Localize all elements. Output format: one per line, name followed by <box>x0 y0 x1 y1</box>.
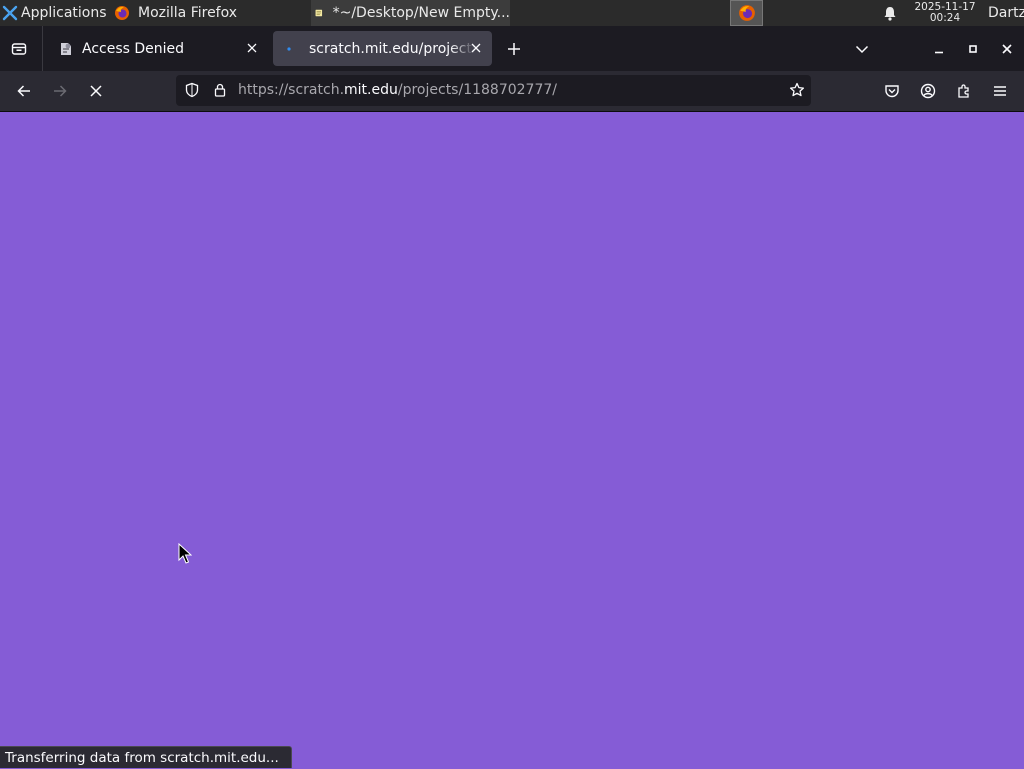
mouse-cursor-icon <box>178 543 192 564</box>
tray-firefox-button[interactable] <box>730 0 763 26</box>
desktop-panel: Applications Mozilla Firefox *~/Desktop/… <box>0 0 1024 26</box>
applications-label: Applications <box>21 5 107 21</box>
plus-icon <box>508 43 520 55</box>
generic-page-icon <box>58 41 74 57</box>
taskbar-firefox-label: Mozilla Firefox <box>138 5 238 21</box>
tab-title: scratch.mit.edu/projects/ <box>309 40 475 57</box>
url-path: /projects/1188702777/ <box>397 82 557 98</box>
back-button[interactable] <box>12 79 36 103</box>
url-prefix: https://scratch. <box>238 82 345 98</box>
tab-access-denied[interactable]: Access Denied <box>46 31 268 66</box>
loading-dot-icon <box>285 41 301 57</box>
tab-title: Access Denied <box>82 40 185 57</box>
minimize-window-button[interactable] <box>928 38 950 60</box>
forward-button[interactable] <box>48 79 72 103</box>
notification-bell-icon[interactable] <box>881 0 899 26</box>
close-tab-icon[interactable] <box>468 40 484 56</box>
bookmark-star-icon[interactable] <box>789 82 805 98</box>
navigation-toolbar: https://scratch.mit.edu/projects/1188702… <box>0 71 1024 111</box>
status-panel: Transferring data from scratch.mit.edu..… <box>0 746 292 768</box>
maximize-icon <box>969 45 977 53</box>
taskbar-editor-label: *~/Desktop/New Empty... <box>332 5 510 21</box>
tab-strip-separator <box>42 26 43 71</box>
clock-time: 00:24 <box>929 12 961 24</box>
close-tab-icon[interactable] <box>244 40 260 56</box>
stop-loading-button[interactable] <box>84 79 108 103</box>
close-window-button[interactable] <box>996 38 1018 60</box>
page-content[interactable] <box>0 112 1024 768</box>
chevron-down-icon <box>855 45 869 54</box>
close-icon <box>90 85 102 97</box>
puzzle-piece-icon <box>958 84 969 98</box>
panel-clock[interactable]: 2025-11-17 00:24 <box>906 0 984 26</box>
text-editor-icon <box>315 9 323 17</box>
taskbar-firefox[interactable]: Mozilla Firefox <box>110 0 310 26</box>
tab-scratch-project[interactable]: scratch.mit.edu/projects/ <box>273 31 492 66</box>
tab-strip: Access Denied scratch.mit.edu/projects/ <box>0 26 1024 71</box>
firefox-icon <box>115 6 129 20</box>
hamburger-menu-icon <box>994 86 1006 96</box>
taskbar-text-editor[interactable]: *~/Desktop/New Empty... <box>311 0 510 26</box>
xfce-logo-icon <box>2 5 18 21</box>
pocket-icon <box>885 85 899 98</box>
lock-icon[interactable] <box>212 82 228 98</box>
arrow-left-icon <box>17 85 30 97</box>
maximize-window-button[interactable] <box>962 38 984 60</box>
url-host: mit.edu <box>344 82 398 98</box>
extensions-button[interactable] <box>952 79 976 103</box>
pocket-button[interactable] <box>880 79 904 103</box>
firefox-view-button[interactable] <box>8 38 30 60</box>
user-menu[interactable]: Dartz <box>988 0 1024 26</box>
account-icon <box>920 83 936 99</box>
app-menu-button[interactable] <box>988 79 1012 103</box>
arrow-right-icon <box>54 85 67 97</box>
new-tab-button[interactable] <box>503 38 525 60</box>
url-text[interactable]: https://scratch.mit.edu/projects/1188702… <box>238 75 557 106</box>
list-all-tabs-button[interactable] <box>851 38 873 60</box>
shield-icon[interactable] <box>184 82 200 98</box>
firefox-icon <box>738 5 755 21</box>
address-bar[interactable]: https://scratch.mit.edu/projects/1188702… <box>176 75 811 106</box>
minimize-icon <box>935 51 943 54</box>
applications-menu[interactable]: Applications <box>2 0 107 26</box>
close-icon <box>1002 44 1012 54</box>
firefox-view-icon <box>11 43 27 55</box>
account-button[interactable] <box>916 79 940 103</box>
